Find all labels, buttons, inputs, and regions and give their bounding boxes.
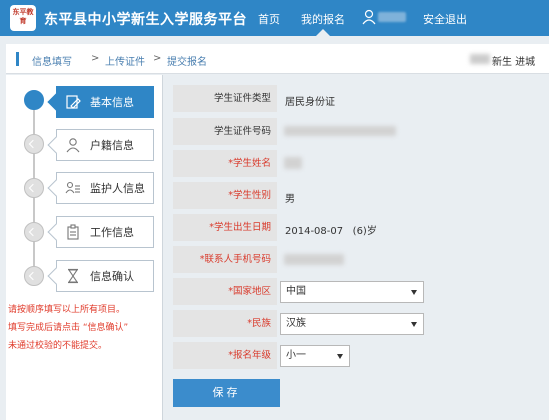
ethnicity-select[interactable]: 汉族 <box>280 313 424 335</box>
instruction-note: 请按顺序填写以上所有项目。 <box>8 305 126 315</box>
step-dot-household <box>24 134 44 154</box>
step-label: 监护人信息 <box>90 182 145 195</box>
breadcrumb-right-label: 新生 进城 <box>492 57 536 68</box>
instruction-note: 填写完成后请点击 “信息确认” <box>8 323 129 333</box>
step-dot-guardian <box>24 178 44 198</box>
id-number-label: 学生证件号码 <box>173 118 277 145</box>
ethnicity-label: *民族 <box>173 310 277 337</box>
gender-label: *学生性别 <box>173 182 277 209</box>
user-icon[interactable] <box>362 9 376 25</box>
breadcrumb: 信息填写 > 上传证件 > 提交报名 新生 进城 <box>6 44 549 74</box>
step-label: 工作信息 <box>90 226 134 239</box>
step-guardian-info[interactable]: 监护人信息 <box>47 172 154 204</box>
guardian-card-icon <box>65 181 80 194</box>
panel-divider <box>162 75 163 420</box>
grade-select[interactable]: 小一 <box>280 345 350 367</box>
breadcrumb-upload-docs[interactable]: 上传证件 <box>105 53 145 68</box>
top-navbar: 东平教育 东平县中小学新生入学服务平台 首页 我的报名 安全退出 <box>0 0 549 36</box>
person-icon <box>66 138 80 153</box>
gender-value: 男 <box>285 194 295 205</box>
username-redacted <box>378 12 406 22</box>
name-label: *学生姓名 <box>173 150 277 177</box>
step-dot-work <box>24 222 44 242</box>
step-label: 基本信息 <box>90 96 134 109</box>
step-dot-basic <box>24 90 44 110</box>
chevron-down-icon <box>337 354 343 359</box>
site-logo[interactable]: 东平教育 <box>10 5 36 31</box>
chevron-down-icon <box>411 290 417 295</box>
breadcrumb-separator: > <box>153 53 162 64</box>
id-type-value: 居民身份证 <box>285 97 335 108</box>
step-confirm-info[interactable]: 信息确认 <box>47 260 154 292</box>
hourglass-icon <box>67 268 79 284</box>
phone-label: *联系人手机号码 <box>173 246 277 273</box>
step-work-info[interactable]: 工作信息 <box>47 216 154 248</box>
id-type-label: 学生证件类型 <box>173 85 277 112</box>
birthdate-value: 2014-08-07 (6)岁 <box>285 226 377 237</box>
step-household-info[interactable]: 户籍信息 <box>47 129 154 161</box>
step-label: 信息确认 <box>90 270 134 283</box>
grade-label: *报名年级 <box>173 342 277 369</box>
phone-redacted <box>284 254 344 265</box>
save-button[interactable]: 保存 <box>173 379 280 407</box>
step-basic-info[interactable]: 基本信息 <box>47 86 154 118</box>
name-redacted <box>284 157 302 169</box>
document-edit-icon <box>66 95 81 109</box>
region-label: *国家地区 <box>173 278 277 305</box>
breadcrumb-separator: > <box>91 53 100 64</box>
breadcrumb-accent <box>16 52 19 66</box>
nav-home[interactable]: 首页 <box>258 11 280 27</box>
nav-logout[interactable]: 安全退出 <box>423 11 467 27</box>
id-number-redacted <box>284 126 396 136</box>
breadcrumb-fill-info[interactable]: 信息填写 <box>32 53 72 68</box>
nav-active-indicator <box>316 29 330 36</box>
logo-text: 东平教育 <box>12 8 34 25</box>
nav-my-registration[interactable]: 我的报名 <box>301 11 345 27</box>
birthdate-label: *学生出生日期 <box>173 214 277 241</box>
step-label: 户籍信息 <box>90 139 134 152</box>
redacted-text <box>470 54 490 64</box>
site-title: 东平县中小学新生入学服务平台 <box>44 12 247 28</box>
instruction-note: 未通过校验的不能提交。 <box>8 341 108 351</box>
chevron-down-icon <box>411 322 417 327</box>
step-dot-confirm <box>24 266 44 286</box>
clipboard-icon <box>67 224 79 240</box>
region-select[interactable]: 中国 <box>280 281 424 303</box>
breadcrumb-submit[interactable]: 提交报名 <box>167 53 207 68</box>
